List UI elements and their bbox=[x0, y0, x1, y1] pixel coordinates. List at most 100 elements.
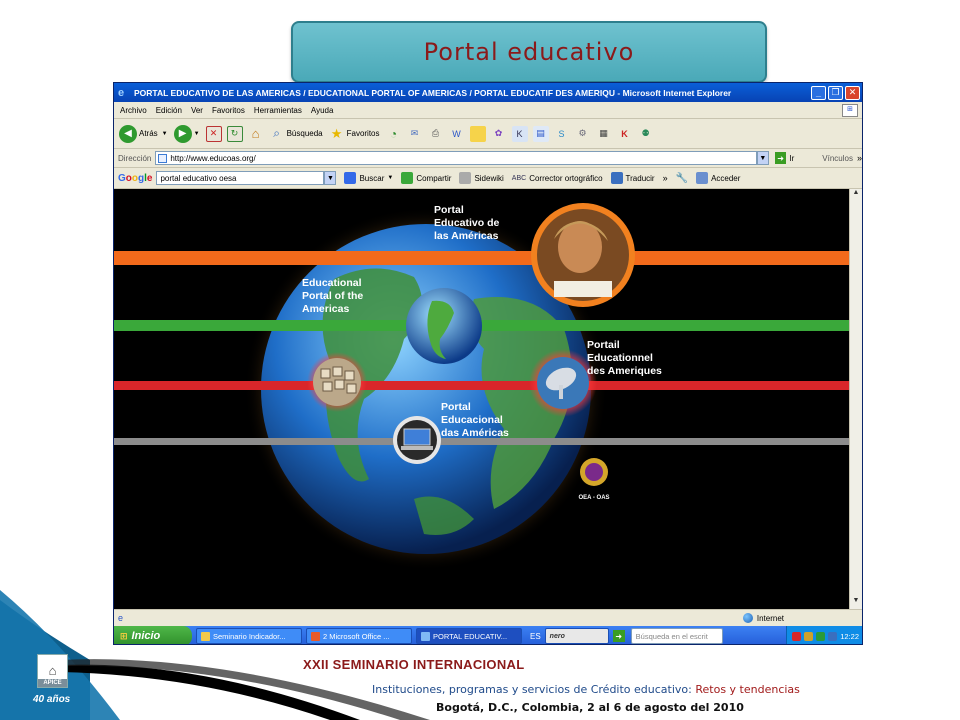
forward-dropdown-icon[interactable]: ▼ bbox=[194, 131, 200, 137]
band-orange bbox=[114, 251, 850, 265]
band-red bbox=[114, 381, 850, 390]
menu-edicion[interactable]: Edición bbox=[156, 106, 182, 115]
messenger-icon[interactable]: ✿ bbox=[491, 126, 507, 142]
google-logo[interactable]: Google bbox=[118, 173, 152, 184]
google-search-button[interactable]: Buscar ▼ bbox=[344, 172, 393, 184]
history-icon[interactable]: ◔ bbox=[386, 126, 402, 142]
note-icon[interactable] bbox=[469, 125, 486, 142]
google-search-input[interactable]: portal educativo oesa bbox=[156, 171, 325, 185]
address-dropdown-icon[interactable]: ▼ bbox=[756, 151, 769, 165]
vertical-scrollbar[interactable]: ▲ ▼ bbox=[849, 189, 862, 609]
web-page-content: OEA - OAS Portal Educativo de las Améric… bbox=[114, 189, 850, 609]
forward-button[interactable]: ▶ ▼ bbox=[173, 124, 200, 143]
calendar-icon[interactable]: ▦ bbox=[596, 126, 612, 142]
links-button[interactable]: Vínculos bbox=[822, 154, 853, 163]
en-title-line1: Educational bbox=[302, 277, 362, 289]
forward-arrow-icon: ▶ bbox=[173, 124, 192, 143]
google-sidewiki-button[interactable]: Sidewiki bbox=[459, 172, 504, 184]
pt-title-line2: Educacional bbox=[441, 414, 503, 426]
back-label: Atrás bbox=[139, 129, 158, 138]
minimize-button[interactable]: _ bbox=[811, 85, 826, 100]
edit-icon[interactable]: W bbox=[449, 126, 465, 142]
oas-emblem-inner bbox=[585, 463, 603, 481]
satellite-stand bbox=[559, 385, 563, 399]
browser-window: e PORTAL EDUCATIVO DE LAS AMERICAS / EDU… bbox=[113, 82, 863, 645]
apice-logo-label: APICE bbox=[38, 679, 67, 687]
menu-ayuda[interactable]: Ayuda bbox=[311, 106, 334, 115]
scroll-up-icon[interactable]: ▲ bbox=[850, 189, 862, 201]
go-button[interactable]: Ir bbox=[789, 154, 794, 163]
chevron-right-icon[interactable]: » bbox=[857, 153, 862, 163]
menu-herramientas[interactable]: Herramientas bbox=[254, 106, 302, 115]
tools-icon[interactable]: ⚙ bbox=[575, 126, 591, 142]
google-g-icon bbox=[344, 172, 357, 184]
google-search-dropdown-icon: ▼ bbox=[387, 175, 394, 181]
refresh-icon[interactable]: ↻ bbox=[226, 125, 243, 142]
en-title-line3: Americas bbox=[302, 303, 349, 315]
menu-favoritos[interactable]: Favoritos bbox=[212, 106, 245, 115]
wrench-icon: 🔧 bbox=[675, 172, 689, 184]
window-icon[interactable]: ▤ bbox=[532, 125, 549, 142]
chevron-right-icon: » bbox=[662, 173, 668, 183]
seminar-subtitle: Instituciones, programas y servicios de … bbox=[372, 683, 800, 696]
favorites-button[interactable]: ★ Favoritos bbox=[329, 126, 380, 142]
menu-ver[interactable]: Ver bbox=[191, 106, 203, 115]
back-button[interactable]: ◀ Atrás ▼ bbox=[119, 124, 168, 143]
subtitle-main: Instituciones, programas y servicios de … bbox=[372, 683, 696, 696]
google-translate-label: Traducir bbox=[625, 173, 655, 183]
google-sidewiki-label: Sidewiki bbox=[474, 173, 504, 183]
google-signin-button[interactable]: Acceder bbox=[696, 172, 740, 184]
google-dropdown-icon[interactable]: ▼ bbox=[324, 171, 337, 185]
google-wrench-button[interactable]: 🔧 bbox=[676, 173, 688, 184]
address-bar: Dirección http://www.educoas.org/ ▼ ➜ Ir… bbox=[114, 149, 862, 168]
fr-title-line2: Educationnel bbox=[587, 352, 653, 364]
home-icon[interactable]: ⌂ bbox=[248, 126, 264, 142]
google-more-button[interactable]: » bbox=[663, 173, 668, 183]
print-icon[interactable]: ⎙ bbox=[428, 126, 444, 142]
google-spell-button[interactable]: ABC Corrector ortográfico bbox=[512, 174, 603, 183]
google-toolbar: Google portal educativo oesa ▼ Buscar ▼ … bbox=[114, 168, 862, 189]
translate-icon bbox=[610, 172, 623, 184]
slide: Portal educativo e PORTAL EDUCATIVO DE L… bbox=[0, 0, 960, 720]
back-dropdown-icon[interactable]: ▼ bbox=[162, 131, 168, 137]
users-icon[interactable]: ⚉ bbox=[638, 126, 654, 142]
es-title-line3: las Américas bbox=[434, 230, 499, 242]
go-arrow-icon[interactable]: ➜ bbox=[774, 152, 787, 164]
es-title-line1: Portal bbox=[434, 204, 464, 216]
search-button[interactable]: ⌕ Búsqueda bbox=[269, 126, 323, 142]
address-url: http://www.educoas.org/ bbox=[170, 153, 256, 163]
google-translate-button[interactable]: Traducir bbox=[610, 172, 655, 184]
address-input[interactable]: http://www.educoas.org/ bbox=[155, 151, 757, 165]
slide-title-banner: Portal educativo bbox=[291, 21, 767, 83]
fr-title-line3: des Ameriques bbox=[587, 365, 662, 377]
anniversary-label: 40 años bbox=[33, 694, 71, 705]
signin-icon bbox=[696, 172, 709, 184]
band-green bbox=[114, 320, 850, 331]
search-label: Búsqueda bbox=[286, 129, 323, 138]
share-icon bbox=[401, 172, 414, 184]
google-share-button[interactable]: Compartir bbox=[401, 172, 451, 184]
en-title-line2: Portal of the bbox=[302, 290, 363, 302]
google-spell-label: Corrector ortográfico bbox=[529, 173, 603, 183]
google-search-label: Buscar bbox=[359, 173, 385, 183]
close-button[interactable]: ✕ bbox=[845, 85, 860, 100]
pt-title-line3: das Américas bbox=[441, 427, 509, 439]
mail-icon[interactable]: ✉ bbox=[407, 126, 423, 142]
es-title-line2: Educativo de bbox=[434, 217, 500, 229]
menu-archivo[interactable]: Archivo bbox=[120, 106, 147, 115]
band-gray bbox=[114, 438, 850, 445]
apice-emblem-icon: ⌂ bbox=[48, 663, 57, 678]
favorites-label: Favoritos bbox=[346, 129, 380, 138]
ie-logo-icon: e bbox=[118, 86, 125, 99]
slide-title: Portal educativo bbox=[423, 38, 635, 66]
google-signin-label: Acceder bbox=[711, 173, 741, 183]
research-icon[interactable]: K bbox=[511, 125, 528, 142]
stop-icon[interactable]: ✕ bbox=[205, 125, 222, 142]
antivirus-icon[interactable]: K bbox=[617, 126, 633, 142]
windows-flag-icon: ⊞ bbox=[842, 103, 858, 117]
maximize-button[interactable]: ❐ bbox=[828, 85, 843, 100]
skype-icon[interactable]: S bbox=[554, 126, 570, 142]
page-icon bbox=[158, 154, 168, 163]
seminar-title: XXII SEMINARIO INTERNACIONAL bbox=[303, 657, 525, 672]
seminar-place-date: Bogotá, D.C., Colombia, 2 al 6 de agosto… bbox=[436, 701, 744, 714]
